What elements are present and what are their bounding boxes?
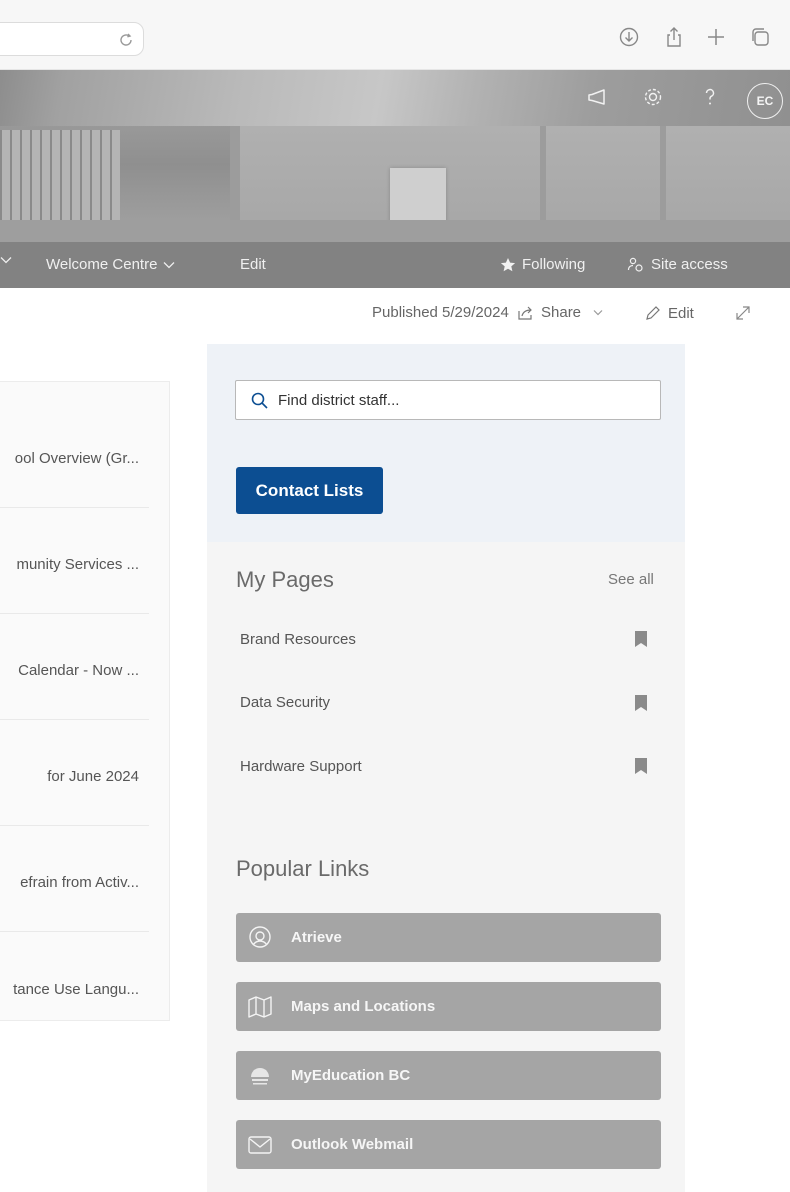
my-page-link[interactable]: Hardware Support: [240, 758, 362, 775]
bookmark-icon[interactable]: [634, 630, 648, 648]
new-tab-icon[interactable]: [705, 26, 727, 48]
list-item[interactable]: munity Services ...: [0, 508, 149, 614]
megaphone-icon[interactable]: [584, 84, 610, 110]
my-page-link[interactable]: Data Security: [240, 694, 330, 711]
popular-link-myeducation[interactable]: MyEducation BC: [236, 1051, 661, 1100]
news-title: Calendar - Now ...: [18, 662, 139, 679]
news-list: ool Overview (Gr... munity Services ... …: [0, 381, 170, 1021]
list-item[interactable]: ool Overview (Gr...: [0, 402, 149, 508]
browser-toolbar: [0, 0, 790, 70]
map-icon: [247, 994, 273, 1020]
edit-page-button[interactable]: Edit: [644, 304, 694, 322]
people-settings-icon: [627, 257, 645, 273]
reload-icon[interactable]: [117, 31, 135, 49]
expand-icon[interactable]: [734, 304, 752, 322]
bookmark-icon[interactable]: [634, 757, 648, 775]
tabs-overview-icon[interactable]: [749, 26, 771, 48]
site-navigation: Welcome Centre Edit Following Site acces…: [0, 242, 790, 288]
my-pages-heading: My Pages: [236, 567, 334, 592]
nav-item-welcome-centre[interactable]: Welcome Centre: [46, 256, 175, 273]
list-item[interactable]: tance Use Langu...: [0, 932, 149, 1038]
bookmark-icon[interactable]: [634, 694, 648, 712]
list-item[interactable]: Calendar - Now ...: [0, 614, 149, 720]
news-title: for June 2024: [47, 768, 139, 785]
search-placeholder: Find district staff...: [278, 392, 400, 409]
following-button[interactable]: Following: [500, 256, 585, 273]
share-label: Share: [541, 304, 582, 321]
bc-logo-icon: [247, 1063, 273, 1089]
see-all-link[interactable]: See all: [608, 571, 654, 588]
atrieve-icon: [247, 925, 273, 951]
address-bar[interactable]: [0, 22, 144, 56]
site-access-button[interactable]: Site access: [627, 256, 728, 273]
popular-link-label: MyEducation BC: [291, 1067, 411, 1084]
news-title: ool Overview (Gr...: [14, 450, 139, 467]
nav-item-label: Welcome Centre: [46, 256, 158, 273]
popular-link-outlook[interactable]: Outlook Webmail: [236, 1120, 661, 1169]
list-item[interactable]: for June 2024: [0, 720, 149, 826]
gear-icon[interactable]: [640, 84, 666, 110]
staff-search-input[interactable]: Find district staff...: [235, 380, 661, 420]
nav-item-label: Edit: [240, 256, 266, 273]
popular-link-maps[interactable]: Maps and Locations: [236, 982, 661, 1031]
popular-link-label: Outlook Webmail: [291, 1136, 414, 1153]
pencil-icon: [644, 304, 662, 322]
my-page-link[interactable]: Brand Resources: [240, 631, 356, 648]
news-title: tance Use Langu...: [13, 981, 139, 998]
news-title: efrain from Activ...: [20, 874, 139, 891]
following-label: Following: [522, 256, 586, 273]
chevron-down-icon: [593, 309, 603, 316]
mail-icon: [247, 1132, 273, 1158]
published-label: Published 5/29/2024: [372, 304, 509, 321]
published-date: Published 5/29/2024: [372, 304, 509, 321]
share-button[interactable]: Share: [517, 304, 603, 321]
news-title: munity Services ...: [16, 556, 139, 573]
share-icon[interactable]: [663, 26, 685, 48]
list-item[interactable]: efrain from Activ...: [0, 826, 149, 932]
star-icon: [500, 257, 516, 273]
download-icon[interactable]: [618, 26, 640, 48]
site-access-label: Site access: [651, 256, 728, 273]
popular-link-label: Maps and Locations: [291, 998, 436, 1015]
popular-links-heading: Popular Links: [236, 856, 370, 881]
nav-item-edit[interactable]: Edit: [240, 256, 266, 273]
contact-lists-button[interactable]: Contact Lists: [236, 467, 383, 514]
chevron-down-icon: [0, 256, 12, 264]
popular-link-atrieve[interactable]: Atrieve: [236, 913, 661, 962]
popular-link-label: Atrieve: [291, 929, 342, 946]
avatar[interactable]: EC: [747, 83, 783, 119]
edit-label: Edit: [668, 304, 694, 322]
nav-dropdown-previous[interactable]: [0, 256, 12, 264]
help-icon[interactable]: [697, 84, 723, 110]
share-arrow-icon: [517, 305, 535, 321]
site-header-banner: [0, 70, 790, 242]
chevron-down-icon: [163, 261, 175, 269]
